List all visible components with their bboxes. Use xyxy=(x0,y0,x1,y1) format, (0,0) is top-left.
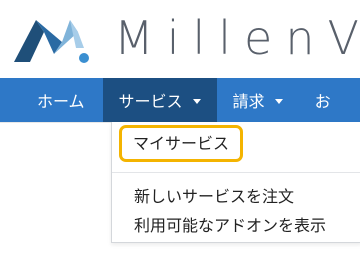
brand-name: MillenVP xyxy=(114,11,360,65)
nav-services-label: サービス xyxy=(118,92,183,111)
millen-logo-mark-icon xyxy=(14,20,89,63)
nav-services[interactable]: サービス xyxy=(102,78,217,122)
services-dropdown-menu: マイサービス 新しいサービスを注文 利用可能なアドオンを表示 xyxy=(111,122,360,243)
brand-logo[interactable]: MillenVP xyxy=(14,11,360,65)
content-divider xyxy=(0,122,111,123)
dropdown-item-order-new-service[interactable]: 新しいサービスを注文 xyxy=(134,183,294,207)
dropdown-item-view-addons[interactable]: 利用可能なアドオンを表示 xyxy=(134,212,326,236)
nav-more-label: お xyxy=(314,92,331,111)
chevron-down-icon xyxy=(192,98,201,104)
nav-billing[interactable]: 請求 xyxy=(217,78,299,122)
nav-home[interactable]: ホーム xyxy=(0,78,103,122)
dropdown-item-my-services[interactable]: マイサービス xyxy=(119,125,244,162)
nav-home-label: ホーム xyxy=(37,92,85,111)
dropdown-divider xyxy=(112,172,360,173)
chevron-down-icon xyxy=(274,98,283,104)
nav-more[interactable]: お xyxy=(299,78,347,122)
page: MillenVP ホーム サービス 請求 お マイサービス 新しいサービスを注文… xyxy=(0,0,360,256)
main-navbar: ホーム サービス 請求 お xyxy=(0,78,360,122)
nav-billing-label: 請求 xyxy=(232,92,265,111)
